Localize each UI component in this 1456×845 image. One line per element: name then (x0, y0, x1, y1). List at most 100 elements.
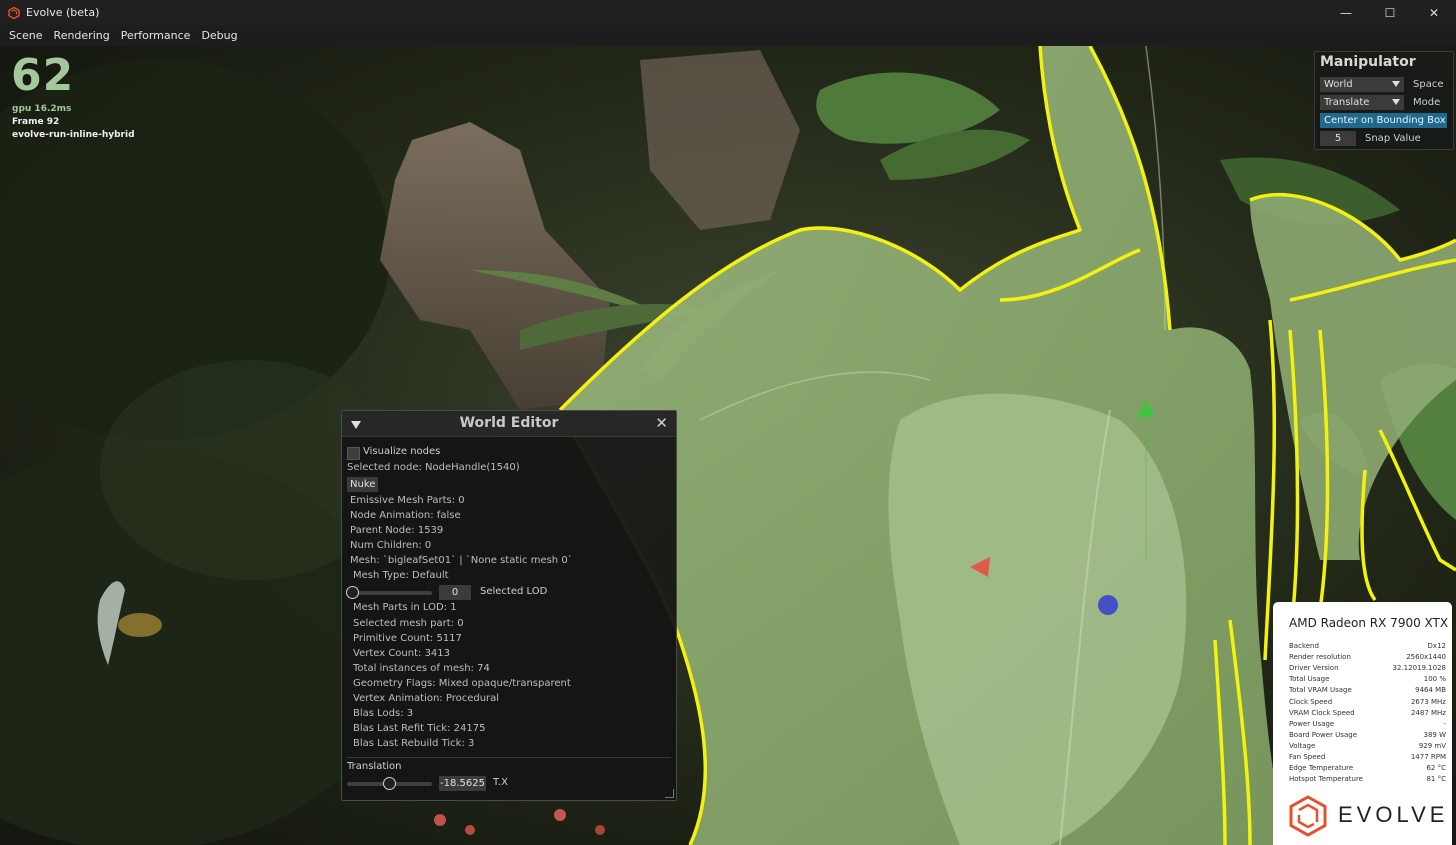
gpu-stat-row: Driver Version 32.12019.1028 (1289, 664, 1446, 675)
gpu-stat-label: Hotspot Temperature (1289, 775, 1363, 784)
visualize-nodes-checkbox[interactable] (347, 447, 360, 460)
menu-debug[interactable]: Debug (195, 29, 242, 42)
snap-value-label: Snap Value (1365, 133, 1421, 144)
lod-selected-mesh-part: Selected mesh part: 0 (353, 618, 464, 629)
selected-node-text: Selected node: NodeHandle(1540) (347, 462, 520, 473)
tx-value-input[interactable]: -18.5625 (439, 776, 486, 791)
fps-counter: 62 (11, 50, 75, 101)
visualize-nodes-label: Visualize nodes (363, 446, 441, 457)
lod-blas-lods: Blas Lods: 3 (353, 708, 414, 719)
gpu-stat-label: Total VRAM Usage (1289, 686, 1352, 695)
dropdown-arrow-icon (1392, 81, 1400, 87)
world-editor-title: World Editor (459, 415, 559, 431)
gpu-stat-label: Voltage (1289, 741, 1316, 750)
tx-slider-thumb[interactable] (383, 777, 396, 790)
gpu-stat-value: 32.12019.1028 (1392, 664, 1446, 673)
gpu-stat-label: Fan Speed (1289, 753, 1326, 761)
center-row: Center on Bounding Box (1320, 113, 1447, 128)
maximize-button[interactable]: ☐ (1368, 0, 1412, 25)
lod-mesh-parts: Mesh Parts in LOD: 1 (353, 602, 457, 613)
gpu-name: AMD Radeon RX 7900 XTX (1289, 616, 1449, 630)
space-row: World Space (1320, 77, 1443, 92)
world-editor-window: World Editor ✕ Visualize nodes Selected … (341, 410, 677, 801)
gpu-stat-label: Total Usage (1289, 675, 1330, 684)
foliage-scene[interactable] (0, 46, 1456, 845)
gpu-stat-row: Power Usage - (1289, 720, 1446, 731)
gpu-stat-value: 62 °C (1426, 764, 1446, 773)
center-on-bounding-box-button[interactable]: Center on Bounding Box (1320, 113, 1447, 128)
mode-dropdown[interactable]: Translate (1320, 95, 1404, 110)
minimize-button[interactable]: — (1324, 0, 1368, 25)
world-editor-header[interactable]: World Editor ✕ (342, 411, 676, 437)
lod-value-input[interactable]: 0 (439, 585, 471, 600)
gpu-stat-label: Clock Speed (1289, 697, 1333, 706)
gpu-stat-label: Backend (1289, 642, 1319, 650)
gpu-stat-value: - (1443, 719, 1446, 728)
menu-bar: Scene Rendering Performance Debug (0, 25, 1456, 47)
lod-geometry-flags: Geometry Flags: Mixed opaque/transparent (353, 678, 571, 689)
lod-blas-refit-tick: Blas Last Refit Tick: 24175 (353, 723, 486, 734)
space-dropdown[interactable]: World (1320, 77, 1404, 92)
gpu-stat-row: Total VRAM Usage 9464 MB (1289, 686, 1446, 697)
lod-primitive-count: Primitive Count: 5117 (353, 633, 462, 644)
prop-num-children: Num Children: 0 (350, 540, 432, 551)
gpu-stat-value: 9464 MB (1415, 686, 1446, 695)
space-label: Space (1413, 79, 1444, 90)
nuke-button[interactable]: Nuke (347, 477, 379, 492)
manipulator-title: Manipulator (1320, 54, 1416, 70)
gpu-stat-row: Render resolution 2560x1440 (1289, 653, 1446, 664)
frame-counter: Frame 92 (12, 117, 60, 127)
gpu-stat-row: Clock Speed 2673 MHz (1289, 698, 1446, 709)
gpu-stat-value: 1477 RPM (1410, 753, 1446, 761)
close-icon[interactable]: ✕ (655, 414, 668, 432)
run-name-label: evolve-run-inline-hybrid (12, 130, 135, 140)
prop-mesh: Mesh: `bigleafSet01` | `None static mesh… (350, 555, 573, 566)
selected-lod-label: Selected LOD (480, 586, 548, 597)
lod-slider-track[interactable] (347, 591, 432, 595)
scene-viewport[interactable] (0, 46, 1456, 845)
gpu-stat-value: 929 mV (1418, 741, 1446, 750)
gpu-info-panel: AMD Radeon RX 7900 XTX Backend Dx12 Render… (1273, 602, 1452, 845)
mode-row: Translate Mode (1320, 95, 1440, 110)
title-bar: Evolve (beta) — ☐ ✕ (0, 0, 1456, 25)
prop-mesh-type: Mesh Type: Default (353, 570, 449, 581)
tx-label: T.X (493, 777, 508, 788)
mode-dropdown-value: Translate (1324, 97, 1370, 108)
evolve-logo-icon (1289, 795, 1327, 837)
gpu-stat-value: 100 % (1423, 675, 1446, 684)
gpu-stat-value: Dx12 (1427, 642, 1446, 650)
snap-value-input[interactable]: 5 (1320, 131, 1356, 146)
window-controls: — ☐ ✕ (1324, 0, 1456, 25)
app-logo-icon (8, 6, 20, 19)
prop-parent-node: Parent Node: 1539 (350, 525, 444, 536)
prop-emissive-mesh-parts: Emissive Mesh Parts: 0 (350, 495, 465, 506)
gpu-stat-row: Voltage 929 mV (1289, 742, 1446, 753)
gizmo-z-handle (1098, 595, 1118, 615)
gpu-stat-row: Total Usage 100 % (1289, 675, 1446, 686)
gpu-stat-label: Edge Temperature (1289, 764, 1354, 773)
gpu-stat-row: Board Power Usage 389 W (1289, 731, 1446, 742)
menu-scene[interactable]: Scene (0, 29, 48, 42)
gpu-stat-label: VRAM Clock Speed (1289, 708, 1355, 717)
lod-vertex-count: Vertex Count: 3413 (353, 648, 451, 659)
gpu-stat-row: Backend Dx12 (1289, 642, 1446, 653)
menu-performance[interactable]: Performance (115, 29, 196, 42)
lod-slider-thumb[interactable] (346, 586, 359, 599)
evolve-logo-text: EVOLVE (1338, 802, 1449, 827)
lod-blas-rebuild-tick: Blas Last Rebuild Tick: 3 (353, 738, 475, 749)
dropdown-arrow-icon (1392, 99, 1400, 105)
gpu-stat-row: Edge Temperature 62 °C (1289, 764, 1446, 775)
prop-node-animation: Node Animation: false (350, 510, 461, 521)
close-window-button[interactable]: ✕ (1412, 0, 1456, 25)
resize-grip-icon[interactable] (665, 789, 674, 798)
gpu-stat-value: 81 °C (1426, 775, 1446, 784)
gpu-stat-value: 389 W (1423, 730, 1446, 739)
space-dropdown-value: World (1324, 79, 1353, 90)
gpu-stat-label: Driver Version (1289, 664, 1339, 673)
gpu-stat-row: VRAM Clock Speed 2487 MHz (1289, 709, 1446, 720)
mode-label: Mode (1413, 97, 1441, 108)
menu-rendering[interactable]: Rendering (48, 29, 115, 42)
translation-heading: Translation (347, 761, 402, 772)
gpu-stat-value: 2673 MHz (1410, 697, 1446, 706)
lod-vertex-animation: Vertex Animation: Procedural (353, 693, 500, 704)
